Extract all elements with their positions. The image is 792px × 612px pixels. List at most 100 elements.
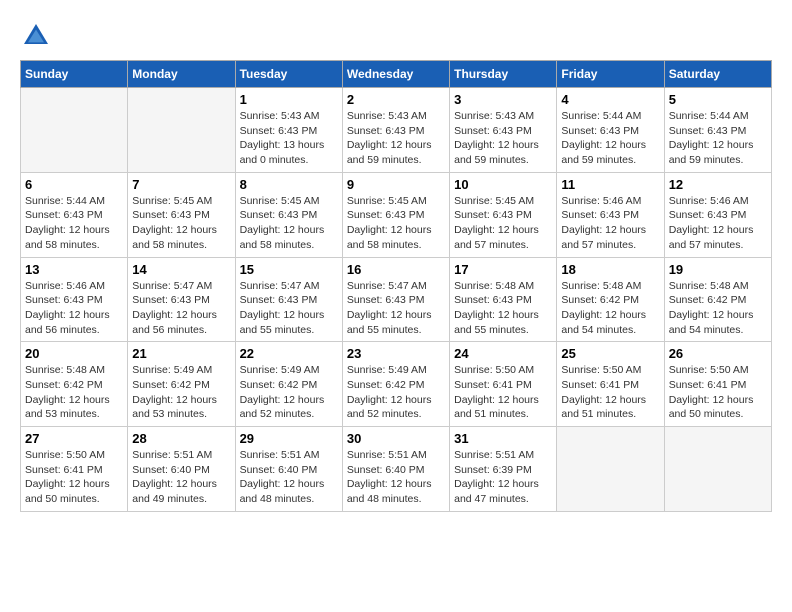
calendar-cell	[128, 88, 235, 173]
day-number: 27	[25, 431, 123, 446]
day-number: 12	[669, 177, 767, 192]
day-info: Sunrise: 5:43 AMSunset: 6:43 PMDaylight:…	[240, 109, 338, 168]
calendar-cell: 28Sunrise: 5:51 AMSunset: 6:40 PMDayligh…	[128, 427, 235, 512]
day-info: Sunrise: 5:50 AMSunset: 6:41 PMDaylight:…	[25, 448, 123, 507]
calendar-cell: 11 Sunrise: 5:46 AMSunset: 6:43 PMDayligh…	[557, 172, 664, 257]
day-number: 1	[240, 92, 338, 107]
calendar-cell: 25 Sunrise: 5:50 AMSunset: 6:41 PMDayligh…	[557, 342, 664, 427]
day-number: 31	[454, 431, 552, 446]
calendar-cell: 21 Sunrise: 5:49 AMSunset: 6:42 PMDayligh…	[128, 342, 235, 427]
day-number: 9	[347, 177, 445, 192]
day-number: 28	[132, 431, 230, 446]
day-info: Sunrise: 5:44 AMSunset: 6:43 PMDaylight:…	[561, 109, 659, 168]
calendar-week-3: 20 Sunrise: 5:48 AMSunset: 6:42 PMDayligh…	[21, 342, 772, 427]
day-info: Sunrise: 5:48 AMSunset: 6:42 PMDaylight:…	[669, 279, 767, 338]
day-number: 21	[132, 346, 230, 361]
day-number: 24	[454, 346, 552, 361]
calendar-cell: 4 Sunrise: 5:44 AMSunset: 6:43 PMDaylight…	[557, 88, 664, 173]
calendar-cell: 5 Sunrise: 5:44 AMSunset: 6:43 PMDaylight…	[664, 88, 771, 173]
calendar-header-wednesday: Wednesday	[342, 61, 449, 88]
calendar-week-2: 13 Sunrise: 5:46 AMSunset: 6:43 PMDayligh…	[21, 257, 772, 342]
calendar-week-0: 1 Sunrise: 5:43 AMSunset: 6:43 PMDaylight…	[21, 88, 772, 173]
calendar-header-row: SundayMondayTuesdayWednesdayThursdayFrid…	[21, 61, 772, 88]
calendar-cell: 16Sunrise: 5:47 AMSunset: 6:43 PMDayligh…	[342, 257, 449, 342]
day-info: Sunrise: 5:50 AMSunset: 6:41 PMDaylight:…	[561, 363, 659, 422]
day-number: 6	[25, 177, 123, 192]
day-number: 20	[25, 346, 123, 361]
day-number: 13	[25, 262, 123, 277]
day-number: 18	[561, 262, 659, 277]
calendar-cell: 17 Sunrise: 5:48 AMSunset: 6:43 PMDayligh…	[450, 257, 557, 342]
day-info: Sunrise: 5:48 AMSunset: 6:43 PMDaylight:…	[454, 279, 552, 338]
calendar-cell: 31 Sunrise: 5:51 AMSunset: 6:39 PMDayligh…	[450, 427, 557, 512]
day-info: Sunrise: 5:51 AMSunset: 6:39 PMDaylight:…	[454, 448, 552, 507]
calendar-cell: 7Sunrise: 5:45 AMSunset: 6:43 PMDaylight…	[128, 172, 235, 257]
day-info: Sunrise: 5:45 AMSunset: 6:43 PMDaylight:…	[347, 194, 445, 253]
day-number: 23	[347, 346, 445, 361]
calendar-cell	[21, 88, 128, 173]
logo	[20, 20, 56, 52]
day-number: 25	[561, 346, 659, 361]
calendar-cell: 20 Sunrise: 5:48 AMSunset: 6:42 PMDayligh…	[21, 342, 128, 427]
day-info: Sunrise: 5:47 AMSunset: 6:43 PMDaylight:…	[240, 279, 338, 338]
calendar-cell: 9 Sunrise: 5:45 AMSunset: 6:43 PMDaylight…	[342, 172, 449, 257]
calendar-cell: 1 Sunrise: 5:43 AMSunset: 6:43 PMDaylight…	[235, 88, 342, 173]
day-info: Sunrise: 5:46 AMSunset: 6:43 PMDaylight:…	[561, 194, 659, 253]
calendar-cell: 15 Sunrise: 5:47 AMSunset: 6:43 PMDayligh…	[235, 257, 342, 342]
calendar-cell	[664, 427, 771, 512]
day-info: Sunrise: 5:45 AMSunset: 6:43 PMDaylight:…	[454, 194, 552, 253]
day-info: Sunrise: 5:51 AMSunset: 6:40 PMDaylight:…	[347, 448, 445, 507]
calendar-cell: 14Sunrise: 5:47 AMSunset: 6:43 PMDayligh…	[128, 257, 235, 342]
calendar-header-sunday: Sunday	[21, 61, 128, 88]
day-number: 29	[240, 431, 338, 446]
day-number: 26	[669, 346, 767, 361]
calendar-cell: 2 Sunrise: 5:43 AMSunset: 6:43 PMDaylight…	[342, 88, 449, 173]
calendar-cell: 27 Sunrise: 5:50 AMSunset: 6:41 PMDayligh…	[21, 427, 128, 512]
calendar-cell: 30 Sunrise: 5:51 AMSunset: 6:40 PMDayligh…	[342, 427, 449, 512]
day-number: 30	[347, 431, 445, 446]
logo-icon	[20, 20, 52, 52]
day-number: 11	[561, 177, 659, 192]
day-number: 10	[454, 177, 552, 192]
day-info: Sunrise: 5:44 AMSunset: 6:43 PMDaylight:…	[25, 194, 123, 253]
page-header	[20, 20, 772, 52]
day-info: Sunrise: 5:50 AMSunset: 6:41 PMDaylight:…	[669, 363, 767, 422]
calendar-cell: 29 Sunrise: 5:51 AMSunset: 6:40 PMDayligh…	[235, 427, 342, 512]
day-number: 7	[132, 177, 230, 192]
calendar: SundayMondayTuesdayWednesdayThursdayFrid…	[20, 60, 772, 512]
day-number: 19	[669, 262, 767, 277]
day-info: Sunrise: 5:49 AMSunset: 6:42 PMDaylight:…	[132, 363, 230, 422]
day-number: 2	[347, 92, 445, 107]
day-number: 5	[669, 92, 767, 107]
day-number: 16	[347, 262, 445, 277]
calendar-cell: 26 Sunrise: 5:50 AMSunset: 6:41 PMDayligh…	[664, 342, 771, 427]
day-info: Sunrise: 5:49 AMSunset: 6:42 PMDaylight:…	[240, 363, 338, 422]
day-info: Sunrise: 5:46 AMSunset: 6:43 PMDaylight:…	[25, 279, 123, 338]
calendar-header-friday: Friday	[557, 61, 664, 88]
calendar-cell: 3 Sunrise: 5:43 AMSunset: 6:43 PMDaylight…	[450, 88, 557, 173]
calendar-header-thursday: Thursday	[450, 61, 557, 88]
calendar-header-tuesday: Tuesday	[235, 61, 342, 88]
day-number: 4	[561, 92, 659, 107]
day-number: 8	[240, 177, 338, 192]
calendar-cell: 12Sunrise: 5:46 AMSunset: 6:43 PMDayligh…	[664, 172, 771, 257]
calendar-cell: 10 Sunrise: 5:45 AMSunset: 6:43 PMDayligh…	[450, 172, 557, 257]
calendar-cell: 8 Sunrise: 5:45 AMSunset: 6:43 PMDaylight…	[235, 172, 342, 257]
day-info: Sunrise: 5:43 AMSunset: 6:43 PMDaylight:…	[347, 109, 445, 168]
calendar-cell: 19 Sunrise: 5:48 AMSunset: 6:42 PMDayligh…	[664, 257, 771, 342]
day-number: 3	[454, 92, 552, 107]
calendar-cell: 24Sunrise: 5:50 AMSunset: 6:41 PMDayligh…	[450, 342, 557, 427]
calendar-header-monday: Monday	[128, 61, 235, 88]
calendar-cell	[557, 427, 664, 512]
day-info: Sunrise: 5:48 AMSunset: 6:42 PMDaylight:…	[25, 363, 123, 422]
calendar-cell: 23Sunrise: 5:49 AMSunset: 6:42 PMDayligh…	[342, 342, 449, 427]
day-info: Sunrise: 5:43 AMSunset: 6:43 PMDaylight:…	[454, 109, 552, 168]
day-info: Sunrise: 5:45 AMSunset: 6:43 PMDaylight:…	[240, 194, 338, 253]
day-number: 15	[240, 262, 338, 277]
day-info: Sunrise: 5:51 AMSunset: 6:40 PMDaylight:…	[240, 448, 338, 507]
day-number: 17	[454, 262, 552, 277]
calendar-cell: 6 Sunrise: 5:44 AMSunset: 6:43 PMDaylight…	[21, 172, 128, 257]
calendar-header-saturday: Saturday	[664, 61, 771, 88]
calendar-week-4: 27 Sunrise: 5:50 AMSunset: 6:41 PMDayligh…	[21, 427, 772, 512]
day-info: Sunrise: 5:44 AMSunset: 6:43 PMDaylight:…	[669, 109, 767, 168]
